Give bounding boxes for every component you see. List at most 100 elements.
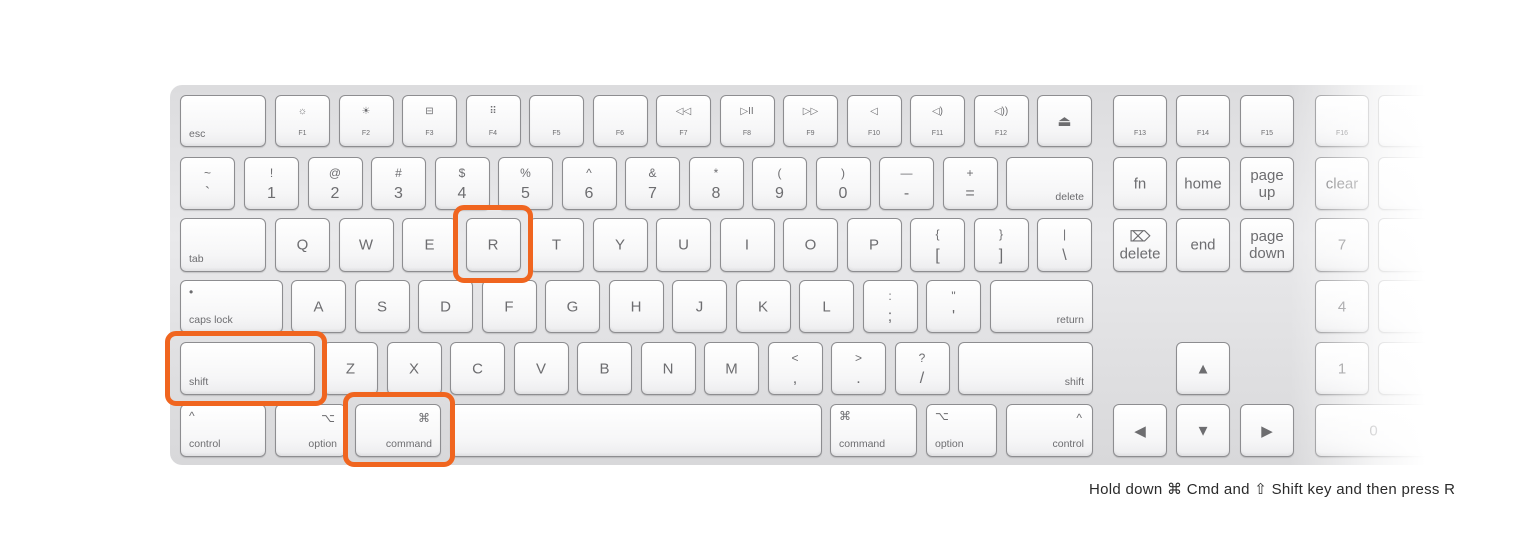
key-d[interactable]: D: [418, 280, 473, 333]
key-fn[interactable]: fn: [1113, 157, 1167, 210]
key-2[interactable]: @2: [307, 157, 363, 210]
key-w[interactable]: W: [338, 218, 394, 272]
key-l[interactable]: L: [799, 280, 854, 333]
key-i[interactable]: I: [719, 218, 775, 272]
key-[interactable]: }]: [973, 218, 1029, 272]
key-f1[interactable]: ☼ F1: [275, 95, 330, 147]
key-[interactable]: ▲: [1176, 342, 1230, 395]
key-label: ☀: [361, 106, 371, 117]
key-home[interactable]: home: [1176, 157, 1230, 210]
key-m[interactable]: M: [704, 342, 759, 395]
key-f13[interactable]: F13: [1113, 95, 1167, 147]
key-h[interactable]: H: [608, 280, 664, 333]
key-8[interactable]: * 8: [688, 157, 744, 210]
key-g[interactable]: G: [545, 280, 600, 333]
key-label: 6: [584, 185, 594, 202]
key-s[interactable]: S: [354, 280, 410, 333]
key-[interactable]: ▼: [1176, 404, 1230, 457]
key-x[interactable]: X: [386, 342, 442, 395]
key-[interactable]: + =: [942, 157, 998, 210]
key-f10[interactable]: ◁ F10: [846, 95, 902, 147]
key-space[interactable]: [450, 404, 822, 457]
key-f14[interactable]: F14: [1176, 95, 1230, 147]
key-[interactable]: ◀: [1113, 404, 1167, 457]
key-3[interactable]: #3: [371, 157, 426, 210]
key-f3[interactable]: ⊟ F3: [402, 95, 457, 147]
key-e[interactable]: E: [402, 218, 457, 272]
key-j[interactable]: J: [672, 280, 727, 333]
key-[interactable]: :;: [862, 280, 918, 333]
key-a[interactable]: A: [291, 280, 346, 333]
key-f[interactable]: F: [481, 280, 537, 333]
key-label: ^: [189, 409, 195, 423]
key-o[interactable]: O: [783, 218, 838, 272]
key-label: N: [662, 360, 674, 377]
key-[interactable]: ~ `: [180, 157, 235, 210]
key-label: K: [757, 298, 768, 315]
key-shift[interactable]: shift: [958, 342, 1093, 395]
key-f11[interactable]: ◁) F11: [910, 95, 965, 147]
key-label: \: [1062, 247, 1067, 264]
key-[interactable]: ▶: [1240, 404, 1294, 457]
key-k[interactable]: K: [735, 280, 791, 333]
key-5[interactable]: % 5: [498, 157, 553, 210]
key-label: +: [966, 166, 974, 180]
key-7[interactable]: & 7: [625, 157, 680, 210]
key-f12[interactable]: ◁)) F12: [973, 95, 1029, 147]
key-f7[interactable]: ◁◁ F7: [656, 95, 711, 147]
key-return[interactable]: return: [990, 280, 1093, 333]
key-[interactable]: {[: [910, 218, 965, 272]
key-control[interactable]: control ^: [180, 404, 266, 457]
key-v[interactable]: V: [513, 342, 569, 395]
key-label: .: [856, 370, 861, 387]
key-control[interactable]: control ^: [1006, 404, 1093, 457]
key-label: (: [777, 166, 782, 180]
key-[interactable]: — -: [879, 157, 934, 210]
key-delete[interactable]: delete: [1006, 157, 1093, 210]
key-[interactable]: ? /: [894, 342, 950, 395]
key-option[interactable]: option ⌥: [926, 404, 997, 457]
key-label: ⏏: [1057, 113, 1072, 130]
key-label: Q: [296, 236, 309, 254]
key-f2[interactable]: ☀ F2: [338, 95, 394, 147]
key-label: 1: [267, 185, 276, 202]
key-1[interactable]: ! 1: [244, 157, 299, 210]
key-y[interactable]: Y: [592, 218, 648, 272]
key-z[interactable]: Z: [323, 342, 378, 395]
key-u[interactable]: U: [656, 218, 711, 272]
key-[interactable]: " ': [926, 280, 981, 333]
key-4[interactable]: $4: [434, 157, 490, 210]
key-option[interactable]: option ⌥: [275, 404, 346, 457]
key-label: /: [919, 370, 925, 387]
key-[interactable]: >.: [831, 342, 886, 395]
key-page-down[interactable]: page down: [1240, 218, 1294, 272]
key-q[interactable]: Q: [275, 218, 330, 272]
key-f6[interactable]: F6: [592, 95, 648, 147]
key-f4[interactable]: ⠿ F4: [465, 95, 521, 147]
key-[interactable]: <,: [767, 342, 823, 395]
key-9[interactable]: (9: [752, 157, 807, 210]
key-f5[interactable]: F5: [529, 95, 584, 147]
key-delete[interactable]: ⌦ delete: [1113, 218, 1167, 272]
key-page-up[interactable]: page up: [1240, 157, 1294, 210]
key-b[interactable]: B: [577, 342, 632, 395]
key-tab[interactable]: tab: [180, 218, 266, 272]
key-command[interactable]: command ⌘: [830, 404, 917, 457]
key-f8[interactable]: ▷II F8: [719, 95, 775, 147]
key-f15[interactable]: F15: [1240, 95, 1294, 147]
key-6[interactable]: ^ 6: [561, 157, 617, 210]
key-t[interactable]: T: [529, 218, 584, 272]
key-0[interactable]: ) 0: [815, 157, 871, 210]
key-[interactable]: | \: [1037, 218, 1092, 272]
key-f9[interactable]: ▷▷ F9: [783, 95, 838, 147]
key-[interactable]: ⏏: [1037, 95, 1092, 147]
key-p[interactable]: P: [846, 218, 902, 272]
key-caps-lock[interactable]: caps lock •: [180, 280, 283, 333]
key-c[interactable]: C: [450, 342, 505, 395]
key-label: :: [888, 289, 892, 303]
key-label: page up: [1250, 166, 1284, 201]
key-end[interactable]: end: [1176, 218, 1230, 272]
key-n[interactable]: N: [640, 342, 696, 395]
key-esc[interactable]: esc: [180, 95, 266, 147]
key-label: ▲: [1195, 360, 1211, 377]
